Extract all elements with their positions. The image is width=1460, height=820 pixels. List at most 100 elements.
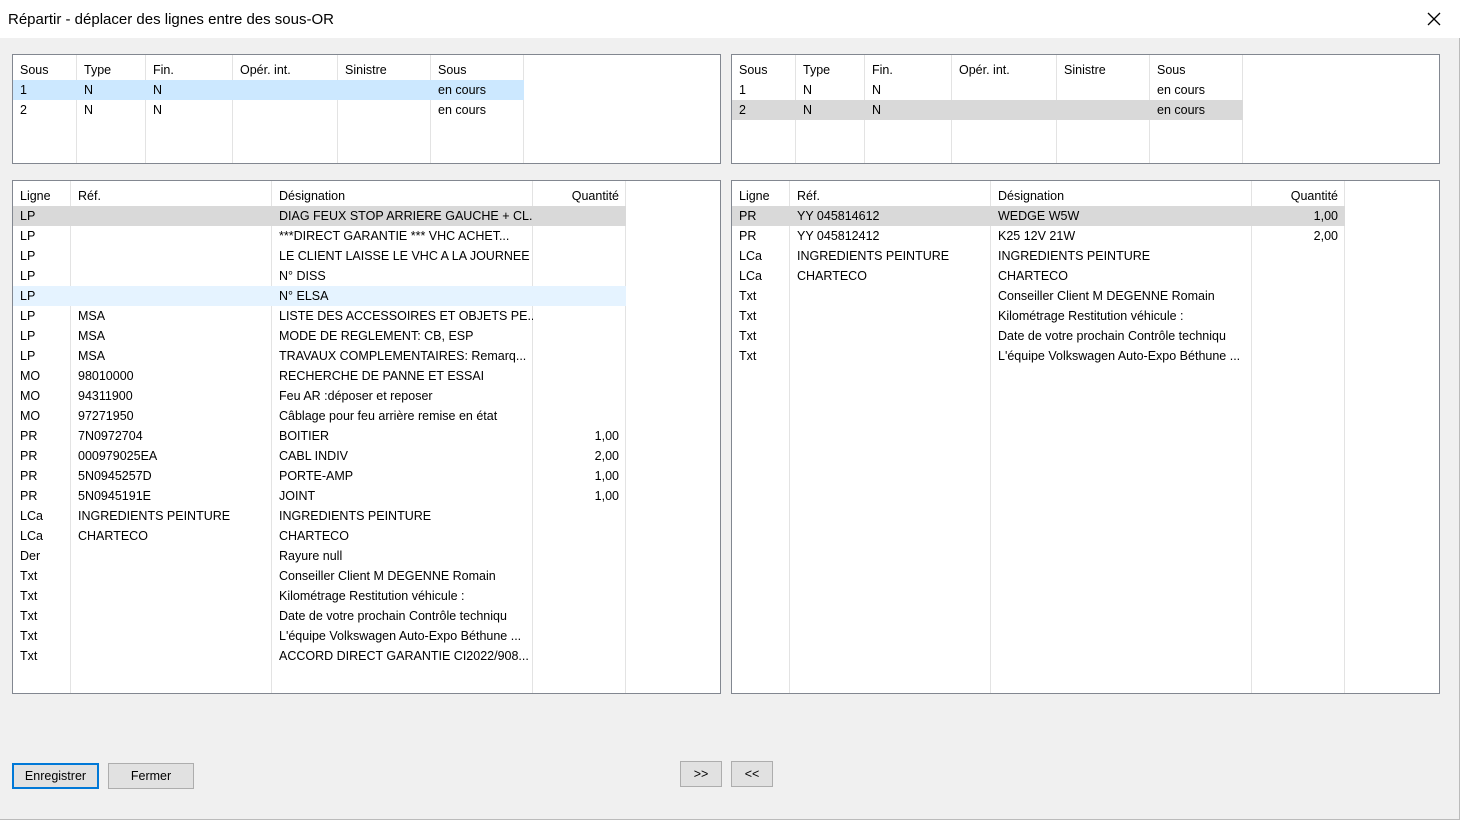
line-row[interactable]: MO 94311900 Feu AR :déposer et reposer (13, 386, 626, 406)
line-row[interactable]: Txt Date de votre prochain Contrôle techn… (732, 326, 1345, 346)
column-header[interactable]: Ligne (13, 187, 71, 205)
cell (71, 606, 272, 626)
dialog-body: Sous Type Fin. Opér. int. Sinistre Sous 1 N Nen … (0, 38, 1460, 820)
lines-left-list[interactable]: Ligne Réf. Désignation Quantité LP DIAG FEUX … (12, 180, 721, 694)
column-header[interactable]: Sinistre (1057, 61, 1150, 79)
cell (533, 246, 626, 266)
cell: PR (20, 429, 38, 443)
cell: K25 12V 21W (998, 229, 1076, 243)
cell (71, 246, 272, 266)
cell: MODE DE REGLEMENT: CB, ESP (279, 329, 474, 343)
close-button[interactable]: Fermer (108, 763, 194, 789)
line-row[interactable]: LP LE CLIENT LAISSE LE VHC A LA JOURNEE (13, 246, 626, 266)
line-row[interactable]: LP MSA TRAVAUX COMPLEMENTAIRES: Remarq... (13, 346, 626, 366)
line-row[interactable]: Der Rayure null (13, 546, 626, 566)
column-header[interactable]: Quantité (533, 187, 626, 205)
cell (71, 566, 272, 586)
cell (1057, 100, 1150, 120)
column-header[interactable]: Sous (431, 61, 524, 79)
cell (533, 266, 626, 286)
cell (533, 386, 626, 406)
cell: Conseiller Client M DEGENNE Romain (998, 289, 1215, 303)
line-row[interactable]: PR YY 045812412 K25 12V 21W 2,00 (732, 226, 1345, 246)
column-header[interactable]: Type (796, 61, 865, 79)
line-row[interactable]: LCa CHARTECO CHARTECO (13, 526, 626, 546)
sous-or-row[interactable]: 2 N Nen cours (732, 100, 1243, 120)
line-row[interactable]: PR YY 045814612 WEDGE W5W 1,00 (732, 206, 1345, 226)
cell (533, 326, 626, 346)
column-header[interactable]: Type (77, 61, 146, 79)
window-title: Répartir - déplacer des lignes entre des… (8, 11, 334, 28)
sous-or-row[interactable]: 2 N Nen cours (13, 100, 524, 120)
cell: INGREDIENTS PEINTURE (78, 509, 231, 523)
column-header[interactable]: Sous (1150, 61, 1243, 79)
line-row[interactable]: Txt Kilométrage Restitution véhicule : (13, 586, 626, 606)
cell: PR (739, 209, 757, 223)
sous-or-row[interactable]: 1 N Nen cours (13, 80, 524, 100)
cell (71, 646, 272, 666)
cell (533, 586, 626, 606)
column-header[interactable]: Fin. (146, 61, 233, 79)
line-row[interactable]: LP DIAG FEUX STOP ARRIERE GAUCHE + CL... (13, 206, 626, 226)
line-row[interactable]: Txt Conseiller Client M DEGENNE Romain (13, 566, 626, 586)
cell (533, 306, 626, 326)
column-header[interactable]: Fin. (865, 61, 952, 79)
line-row[interactable]: PR 000979025EA CABL INDIV 2,00 (13, 446, 626, 466)
column-header[interactable]: Opér. int. (952, 61, 1057, 79)
cell: Câblage pour feu arrière remise en état (279, 409, 498, 423)
line-row[interactable]: MO 97271950 Câblage pour feu arrière remis… (13, 406, 626, 426)
column-header[interactable]: Réf. (790, 187, 991, 205)
move-right-button[interactable]: >> (680, 761, 722, 787)
cell: Kilométrage Restitution véhicule : (998, 309, 1184, 323)
line-row[interactable]: Txt Kilométrage Restitution véhicule : (732, 306, 1345, 326)
column-header[interactable]: Réf. (71, 187, 272, 205)
cell (71, 586, 272, 606)
sous-or-right-list[interactable]: Sous Type Fin. Opér. int. Sinistre Sous 1 N Nen … (731, 54, 1440, 164)
cell (1057, 80, 1150, 100)
line-row[interactable]: Txt L'équipe Volkswagen Auto-Expo Béthune… (732, 346, 1345, 366)
line-row[interactable]: MO 98010000 RECHERCHE DE PANNE ET ESSAI (13, 366, 626, 386)
line-row[interactable]: LP ***DIRECT GARANTIE *** VHC ACHET... (13, 226, 626, 246)
line-row[interactable]: LCa INGREDIENTS PEINTURE INGREDIENTS PEINT… (13, 506, 626, 526)
column-header[interactable]: Opér. int. (233, 61, 338, 79)
line-row[interactable]: LP MSA LISTE DES ACCESSOIRES ET OBJETS PE.… (13, 306, 626, 326)
close-icon[interactable] (1420, 6, 1448, 32)
line-row[interactable]: LCa CHARTECO CHARTECO (732, 266, 1345, 286)
column-header[interactable]: Sous (732, 61, 796, 79)
cell: 5N0945257D (78, 469, 152, 483)
cell (71, 266, 272, 286)
column-header[interactable]: Désignation (272, 187, 533, 205)
column-header[interactable]: Sous (13, 61, 77, 79)
cell: N (153, 83, 163, 97)
sous-or-left-list[interactable]: Sous Type Fin. Opér. int. Sinistre Sous 1 N Nen … (12, 54, 721, 164)
line-row[interactable]: Txt ACCORD DIRECT GARANTIE CI2022/908... (13, 646, 626, 666)
line-row[interactable]: LP N° DISS (13, 266, 626, 286)
column-header[interactable]: Désignation (991, 187, 1252, 205)
line-row[interactable]: Txt Date de votre prochain Contrôle techn… (13, 606, 626, 626)
line-row[interactable]: LP N° ELSA (13, 286, 626, 306)
line-row[interactable]: LCa INGREDIENTS PEINTURE INGREDIENTS PEINT… (732, 246, 1345, 266)
cell: CABL INDIV (279, 449, 349, 463)
move-left-button[interactable]: << (731, 761, 773, 787)
cell: Txt (20, 629, 38, 643)
column-header[interactable]: Ligne (732, 187, 790, 205)
cell (790, 346, 991, 366)
line-row[interactable]: PR 5N0945191E JOINT 1,00 (13, 486, 626, 506)
sous-or-row[interactable]: 1 N Nen cours (732, 80, 1243, 100)
lines-right-list[interactable]: Ligne Réf. Désignation Quantité PR YY 0458146… (731, 180, 1440, 694)
cell (1252, 326, 1345, 346)
line-row[interactable]: Txt L'équipe Volkswagen Auto-Expo Béthune… (13, 626, 626, 646)
cell (533, 566, 626, 586)
line-row[interactable]: PR 5N0945257D PORTE-AMP 1,00 (13, 466, 626, 486)
cell: PR (20, 449, 38, 463)
column-header[interactable]: Sinistre (338, 61, 431, 79)
line-row[interactable]: LP MSA MODE DE REGLEMENT: CB, ESP (13, 326, 626, 346)
line-row[interactable]: PR 7N0972704 BOITIER 1,00 (13, 426, 626, 446)
cell: ***DIRECT GARANTIE *** VHC ACHET... (279, 229, 510, 243)
cell (1252, 306, 1345, 326)
column-header[interactable]: Quantité (1252, 187, 1345, 205)
cell: YY 045814612 (797, 209, 880, 223)
save-button[interactable]: Enregistrer (12, 763, 99, 789)
line-row[interactable]: Txt Conseiller Client M DEGENNE Romain (732, 286, 1345, 306)
cell (533, 286, 626, 306)
